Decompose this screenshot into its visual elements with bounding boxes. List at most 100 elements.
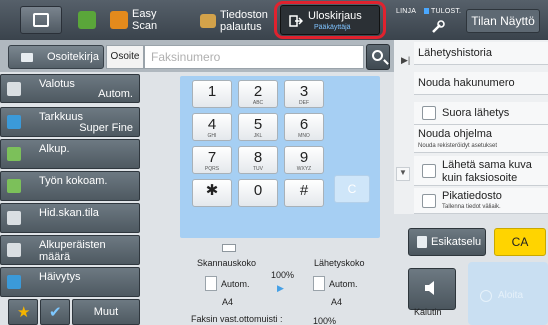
key-digit: ✱	[205, 182, 219, 199]
file-retrieve-button[interactable]: Tiedoston palautus	[220, 9, 280, 43]
send-history-label: Lähetyshistoria	[418, 47, 492, 59]
home-button[interactable]	[20, 6, 62, 34]
keypad-key[interactable]: 2 ABC	[238, 80, 278, 108]
status-display-button[interactable]: Tilan Näyttö	[466, 9, 540, 33]
keypad-key[interactable]: #	[284, 179, 324, 207]
ratio-value: 100%	[271, 270, 295, 280]
menu-value: Super Fine	[79, 122, 133, 134]
send-size-auto: Autom.	[329, 279, 358, 289]
home-icon	[33, 13, 49, 27]
key-digit: 8	[253, 149, 263, 166]
checkmark-button[interactable]: ✔	[40, 299, 70, 325]
fax-number-input[interactable]	[144, 45, 364, 69]
keypad-key[interactable]: 7 PQRS	[192, 146, 232, 174]
call-program-item[interactable]: Nouda ohjelma Nouda rekisteröidyt asetuk…	[414, 125, 548, 153]
key-digit: 6	[299, 116, 309, 133]
app-tile-icon[interactable]	[78, 11, 96, 29]
send-history-item[interactable]: Lähetyshistoria	[414, 42, 548, 65]
paper-icon-right	[313, 276, 325, 291]
search-button[interactable]	[366, 44, 390, 70]
highlight-ring	[274, 1, 386, 39]
send-same-image-item[interactable]: Lähetä sama kuva kuin faksiosoite	[414, 156, 548, 186]
keypad-key[interactable]: 9 WXYZ	[284, 146, 324, 174]
speaker-button[interactable]	[408, 268, 456, 310]
keypad-key[interactable]: 1	[192, 80, 232, 108]
preview-button[interactable]: Esikatselu	[408, 228, 486, 256]
address-book-label: Osoitekirja	[47, 51, 99, 63]
fax-memory-value: 100%	[313, 316, 337, 325]
check-icon: ✔	[49, 304, 62, 321]
scan-size-label: Skannauskoko	[197, 258, 257, 268]
menu-value: Autom.	[98, 88, 133, 100]
key-digit: 1	[207, 83, 217, 100]
key-digit: 0	[253, 182, 263, 199]
chevron-down-icon: ▼	[399, 168, 407, 177]
key-digit: 5	[253, 116, 263, 133]
call-program-caption: Nouda rekisteröidyt asetukset	[418, 143, 498, 149]
send-same-image-checkbox[interactable]	[422, 164, 436, 178]
fax-memory-label: Faksin vast.ottomuisti :	[191, 314, 283, 324]
keypad-key[interactable]: 6 MNO	[284, 113, 324, 141]
clear-all-button[interactable]: CA	[494, 228, 546, 256]
print-status: TULOST.	[431, 8, 462, 15]
direct-send-item[interactable]: Suora lähetys	[414, 102, 548, 125]
file-retrieve-icon	[200, 14, 216, 28]
scan-size-a4: A4	[222, 297, 234, 307]
wrench-icon	[432, 20, 445, 33]
menu-erase[interactable]: Häivytys	[0, 267, 140, 297]
menu-original-count[interactable]: Alkuperäisten määrä	[0, 235, 140, 265]
clear-key[interactable]: C	[334, 175, 370, 203]
keypad-key[interactable]: 4 GHI	[192, 113, 232, 141]
direct-send-checkbox[interactable]	[422, 106, 436, 120]
others-button[interactable]: Muut	[72, 299, 140, 325]
slow-scan-icon	[7, 211, 21, 225]
file-retrieve-line1: Tiedoston	[220, 9, 268, 21]
retrieve-number-item[interactable]: Nouda hakunumero	[414, 72, 548, 95]
preview-label: Esikatselu	[431, 236, 482, 248]
menu-exposure[interactable]: Valotus Autom.	[0, 74, 140, 103]
send-same-image-line2: kuin faksiosoite	[442, 172, 518, 184]
key-digit: 4	[207, 116, 217, 133]
keypad-key[interactable]: ✱	[192, 179, 232, 207]
favorites-button[interactable]: ★	[8, 299, 38, 325]
easy-scan-button[interactable]: Easy Scan	[132, 8, 192, 42]
key-digit: #	[299, 182, 309, 199]
scroll-down-button[interactable]: ▼	[396, 167, 410, 181]
start-button[interactable]: Aloita	[468, 262, 548, 325]
preview-icon	[417, 236, 427, 248]
exposure-icon	[7, 82, 21, 96]
keypad-key[interactable]: 0	[238, 179, 278, 207]
address-button[interactable]: Osoite	[106, 45, 144, 69]
menu-job-build[interactable]: Työn kokoam.	[0, 171, 140, 201]
key-letters: JKL	[253, 133, 263, 139]
keypad-key[interactable]: 3 DEF	[284, 80, 324, 108]
quick-file-label: Pikatiedosto	[442, 190, 502, 202]
resolution-icon	[7, 115, 21, 129]
menu-original[interactable]: Alkup.	[0, 139, 140, 169]
quick-file-checkbox[interactable]	[422, 194, 436, 208]
menu-resolution[interactable]: Tarkkuus Super Fine	[0, 107, 140, 137]
call-program-label: Nouda ohjelma	[418, 128, 492, 140]
job-build-icon	[7, 179, 21, 193]
print-status-icon	[424, 8, 429, 14]
send-size-label: Lähetyskoko	[314, 258, 365, 268]
keypad-key[interactable]: 5 JKL	[238, 113, 278, 141]
original-count-icon	[7, 243, 21, 257]
quick-file-item[interactable]: Pikatiedosto Tallenna tiedot väliaik.	[414, 188, 548, 214]
address-book-button[interactable]: Osoitekirja	[8, 45, 104, 69]
menu-title: Alkup.	[39, 143, 70, 155]
star-icon: ★	[17, 304, 31, 321]
key-letters: MNO	[298, 133, 310, 139]
menu-title: Alkuperäisten määrä	[39, 239, 106, 263]
menu-title: Työn kokoam.	[39, 175, 108, 187]
speaker-icon	[425, 281, 434, 295]
key-digit: 9	[299, 149, 309, 166]
address-book-icon	[21, 53, 33, 62]
keypad-key[interactable]: 8 TUV	[238, 146, 278, 174]
key-letters: ABC	[252, 100, 264, 106]
menu-slow-scan[interactable]: Hid.skan.tila	[0, 203, 140, 233]
easy-scan-icon	[110, 11, 128, 29]
scan-size-auto: Autom.	[221, 279, 250, 289]
start-label: Aloita	[498, 290, 524, 301]
collapse-arrow-icon[interactable]: ▶|	[401, 55, 410, 66]
